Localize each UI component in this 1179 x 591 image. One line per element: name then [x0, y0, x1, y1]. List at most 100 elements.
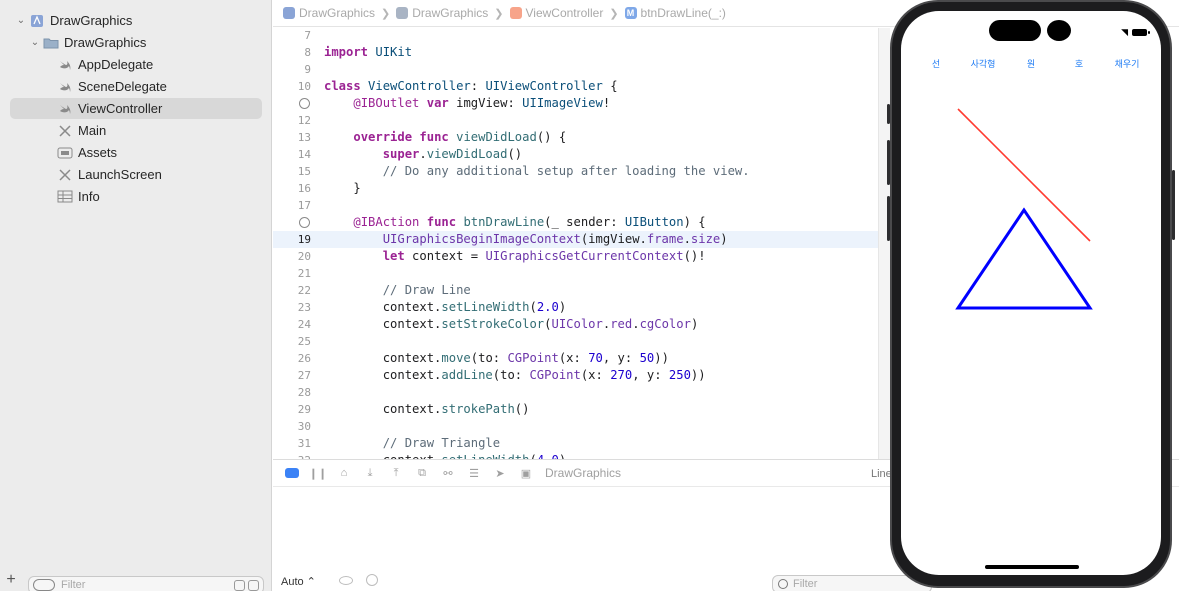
tree-item-scenedelegate[interactable]: SceneDelegate: [10, 76, 262, 97]
source-control-filter-icon[interactable]: [248, 579, 259, 591]
line-number[interactable]: 19: [273, 231, 311, 248]
line-number[interactable]: 17: [273, 197, 311, 214]
line-number[interactable]: 28: [273, 384, 311, 401]
code-line[interactable]: 27 context.addLine(to: CGPoint(x: 270, y…: [273, 367, 878, 384]
step-over-icon[interactable]: ⌂: [337, 467, 351, 479]
wifi-icon: ◥: [1121, 27, 1128, 37]
tree-item-info[interactable]: Info: [10, 186, 262, 207]
code-line[interactable]: 11 @IBOutlet var imgView: UIImageView!: [273, 95, 878, 112]
line-number[interactable]: 15: [273, 163, 311, 180]
info-icon[interactable]: [366, 574, 378, 586]
navigator-filter-field[interactable]: Filter: [28, 576, 264, 591]
circle-button[interactable]: 원: [1027, 57, 1035, 70]
line-number[interactable]: 16: [273, 180, 311, 197]
line-number[interactable]: 20: [273, 248, 311, 265]
code-line[interactable]: 23 context.setLineWidth(2.0): [273, 299, 878, 316]
tree-item-drawgraphics[interactable]: ⌄ DrawGraphics: [10, 32, 262, 53]
jumpbar-crumb-file[interactable]: ViewController: [509, 6, 603, 20]
tree-item-drawgraphics[interactable]: ⌄ DrawGraphics: [10, 10, 262, 31]
step-out-icon[interactable]: ⤒: [389, 467, 403, 479]
tree-item-launchscreen[interactable]: LaunchScreen: [10, 164, 262, 185]
pause-icon[interactable]: ❙❙: [309, 467, 327, 480]
rectangle-button[interactable]: 사각형: [971, 57, 996, 70]
code-line[interactable]: 29 context.strokePath(): [273, 401, 878, 418]
location-icon[interactable]: ➤: [493, 467, 507, 480]
tree-item-assets[interactable]: Assets: [10, 142, 262, 163]
line-number[interactable]: 29: [273, 401, 311, 418]
code-line[interactable]: 24 context.setStrokeColor(UIColor.red.cg…: [273, 316, 878, 333]
line-number[interactable]: 27: [273, 367, 311, 384]
fill-button[interactable]: 채우기: [1115, 57, 1140, 70]
line-number[interactable]: 24: [273, 316, 311, 333]
code-line[interactable]: 12: [273, 112, 878, 129]
code-line[interactable]: 8 import UIKit: [273, 44, 878, 61]
code-line[interactable]: 32 context.setLineWidth(4.0): [273, 452, 878, 459]
outlet-connection-icon[interactable]: [299, 98, 310, 109]
code-line[interactable]: 25: [273, 333, 878, 350]
line-number[interactable]: 10: [273, 78, 311, 95]
code-line[interactable]: 10 class ViewController: UIViewController…: [273, 78, 878, 95]
line-number[interactable]: 8: [273, 44, 311, 61]
jumpbar-crumb-method[interactable]: M btnDrawLine(_:): [624, 6, 726, 20]
code-line[interactable]: 26 context.move(to: CGPoint(x: 70, y: 50…: [273, 350, 878, 367]
view-hierarchy-icon[interactable]: ⧉: [415, 467, 429, 479]
line-number[interactable]: 30: [273, 418, 311, 435]
code-area[interactable]: 7 8 import UIKit 9 10 class ViewController: U…: [273, 28, 878, 459]
debug-target-label[interactable]: DrawGraphics: [545, 466, 621, 480]
variables-scope-selector[interactable]: Auto ⌃: [281, 575, 316, 588]
recent-files-icon[interactable]: [234, 579, 245, 591]
hide-debug-area-icon[interactable]: [285, 468, 299, 478]
project-navigator: ⌄ DrawGraphics ⌄ DrawGraphics AppDelegate Sce…: [0, 0, 272, 591]
chevron-right-icon: ❯: [609, 7, 619, 20]
add-file-button[interactable]: +: [0, 571, 22, 589]
line-button[interactable]: 선: [932, 57, 940, 70]
code-line[interactable]: 15 // Do any additional setup after load…: [273, 163, 878, 180]
jumpbar-crumb-project[interactable]: DrawGraphics: [283, 6, 375, 20]
editor-scroll-gutter[interactable]: [878, 28, 890, 459]
code-line[interactable]: 28: [273, 384, 878, 401]
line-number[interactable]: 9: [273, 61, 311, 78]
tree-item-viewcontroller[interactable]: ViewController: [10, 98, 262, 119]
chevron-down-icon[interactable]: ⌄: [28, 36, 42, 50]
code-line[interactable]: 17: [273, 197, 878, 214]
line-number[interactable]: 14: [273, 146, 311, 163]
line-number[interactable]: 25: [273, 333, 311, 350]
code-line[interactable]: 7: [273, 28, 878, 44]
code-line[interactable]: 31 // Draw Triangle: [273, 435, 878, 452]
line-number[interactable]: 13: [273, 129, 311, 146]
code-line[interactable]: 18 @IBAction func btnDrawLine(_ sender: …: [273, 214, 878, 231]
code-line[interactable]: 20 let context = UIGraphicsGetCurrentCon…: [273, 248, 878, 265]
step-into-icon[interactable]: ⤓: [363, 467, 377, 479]
code-line[interactable]: 9: [273, 61, 878, 78]
jumpbar-crumb-group[interactable]: DrawGraphics: [396, 6, 488, 20]
code-line[interactable]: 14 super.viewDidLoad(): [273, 146, 878, 163]
code-text: @IBAction func btnDrawLine(_ sender: UIB…: [353, 215, 706, 229]
code-line[interactable]: 16 }: [273, 180, 878, 197]
chevron-down-icon[interactable]: ⌄: [14, 14, 28, 28]
environment-overrides-icon[interactable]: ☰: [467, 467, 481, 480]
line-number[interactable]: 31: [273, 435, 311, 452]
eye-icon[interactable]: [339, 576, 353, 585]
code-text: context.addLine(to: CGPoint(x: 270, y: 2…: [324, 368, 706, 382]
outlet-connection-icon[interactable]: [299, 217, 310, 228]
filter-options-icon[interactable]: [33, 579, 55, 591]
tree-item-main[interactable]: Main: [10, 120, 262, 141]
code-line[interactable]: 19 UIGraphicsBeginImageContext(imgView.f…: [273, 231, 878, 248]
line-number[interactable]: 23: [273, 299, 311, 316]
code-line[interactable]: 21: [273, 265, 878, 282]
code-line[interactable]: 13 override func viewDidLoad() {: [273, 129, 878, 146]
line-number[interactable]: 7: [273, 28, 311, 44]
tree-item-appdelegate[interactable]: AppDelegate: [10, 54, 262, 75]
line-number[interactable]: 22: [273, 282, 311, 299]
line-number[interactable]: 32: [273, 452, 311, 459]
line-number[interactable]: 21: [273, 265, 311, 282]
memory-graph-icon[interactable]: ⚯: [441, 467, 455, 480]
line-number[interactable]: 26: [273, 350, 311, 367]
code-line[interactable]: 30: [273, 418, 878, 435]
storyboard-icon: [56, 123, 74, 139]
code-line[interactable]: 22 // Draw Line: [273, 282, 878, 299]
arc-button[interactable]: 호: [1075, 57, 1083, 70]
image-view: [955, 108, 1093, 310]
line-number[interactable]: 12: [273, 112, 311, 129]
